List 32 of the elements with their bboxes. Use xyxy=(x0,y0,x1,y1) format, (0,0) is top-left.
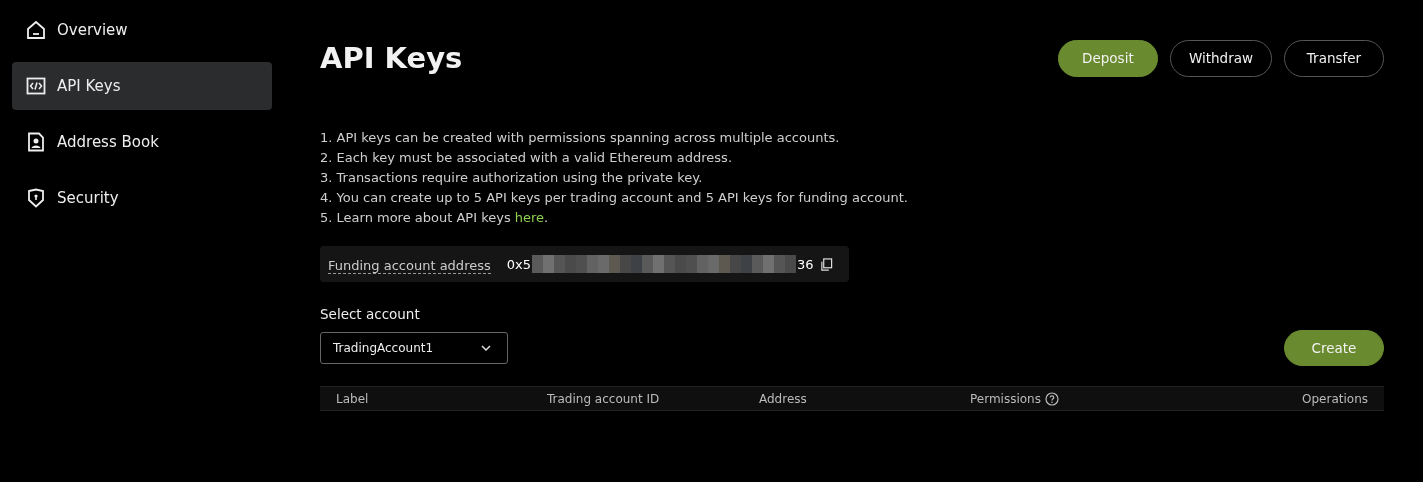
shield-icon xyxy=(26,188,46,208)
primary-button[interactable]: Deposit xyxy=(1057,39,1158,77)
instruction-text: 1. API keys can be created with permissions spanning across multiple accounts. xyxy=(320,129,841,147)
account-dropdown[interactable]: TradingAccount1 xyxy=(320,332,508,364)
column-header: Address xyxy=(759,391,807,406)
sidebar-item[interactable]: Security xyxy=(12,174,272,222)
code-icon xyxy=(26,76,46,96)
help-icon[interactable] xyxy=(1045,391,1059,406)
create-button[interactable]: Create xyxy=(1284,330,1384,366)
page-title: API Keys xyxy=(320,41,463,75)
field-label: Select account xyxy=(320,306,421,322)
chevron-down-icon xyxy=(481,345,491,351)
address-label: Funding account address xyxy=(328,254,491,274)
sidebar-item[interactable]: Address Book xyxy=(12,118,272,166)
home-icon xyxy=(26,20,46,40)
instruction-text: 5. Learn more about API keys here. xyxy=(320,209,550,227)
contact-icon xyxy=(26,132,46,152)
sidebar-item[interactable]: API Keys xyxy=(12,62,272,110)
column-header: Label xyxy=(336,391,369,406)
instruction-text: 2. Each key must be associated with a valid Ethereum address. xyxy=(320,149,733,167)
help-link[interactable]: here xyxy=(514,210,545,225)
address-prefix: 0x5 xyxy=(506,256,531,272)
outline-button[interactable]: Transfer xyxy=(1284,39,1384,77)
column-header: Permissions xyxy=(970,391,1041,406)
column-header: Operations xyxy=(1302,391,1368,406)
instruction-text: 4. You can create up to 5 API keys per trading account and 5 API keys for funding account. xyxy=(320,189,909,207)
sidebar-item[interactable]: Overview xyxy=(12,6,272,54)
address-suffix: 36 xyxy=(797,256,814,272)
copy-icon[interactable] xyxy=(819,257,833,271)
outline-button[interactable]: Withdraw xyxy=(1169,39,1272,77)
column-header: Trading account ID xyxy=(547,391,660,406)
instruction-text: 3. Transactions require authorization using the private key. xyxy=(320,169,704,187)
